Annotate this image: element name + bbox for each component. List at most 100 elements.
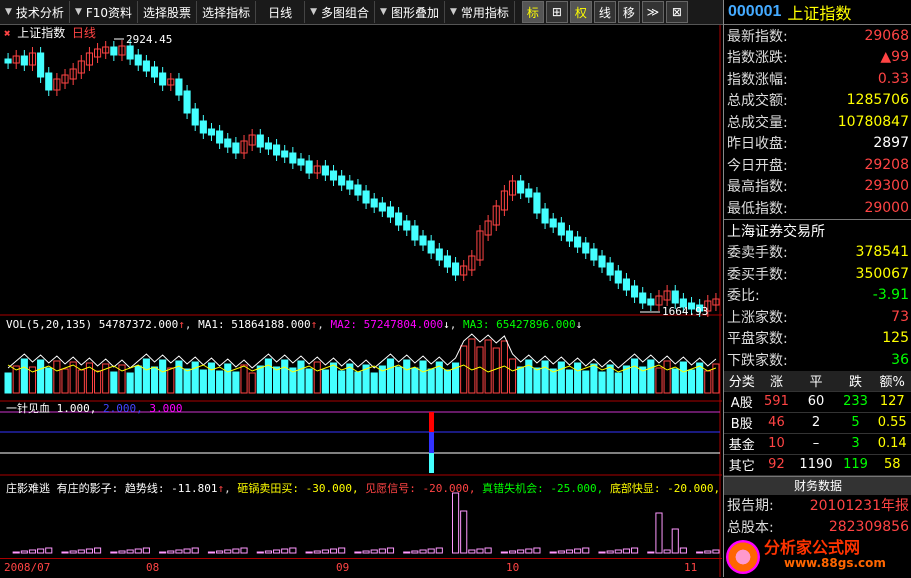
volume-bar — [61, 368, 69, 394]
candle — [525, 188, 533, 198]
indicator-bar — [460, 510, 468, 554]
grid-button[interactable]: ⊞ — [545, 1, 568, 23]
indicator-bar — [476, 548, 484, 554]
ind2-v2: 2.000, — [103, 402, 143, 415]
quote-value: 29208 — [864, 156, 909, 173]
table-cell: 119 — [838, 454, 873, 476]
volume-bar — [191, 361, 199, 394]
f10-button[interactable]: ▼ F10资料 — [70, 1, 139, 23]
candle — [183, 90, 191, 114]
indicator-bar — [655, 512, 663, 554]
candle — [329, 170, 338, 181]
ind2-v1: 1.000, — [56, 402, 97, 415]
table-header-cell: 分类 — [724, 370, 760, 392]
volume-bar — [338, 370, 346, 394]
candle — [142, 60, 150, 72]
candle — [557, 222, 565, 236]
volume-bar — [142, 358, 150, 394]
tech-analysis-button[interactable]: ▼ 技术分析 — [0, 1, 70, 23]
quote-row: 最新指数: 29068 — [724, 25, 911, 47]
watermark-text: 分析家公式网 — [764, 540, 861, 557]
volume-bar — [150, 366, 159, 394]
volume-bar — [199, 369, 207, 394]
volume-bar — [419, 360, 427, 394]
candle — [150, 66, 159, 78]
candle — [216, 130, 224, 144]
quote-row: 平盘家数: 125 — [724, 328, 911, 350]
indicator-bar — [28, 549, 37, 554]
candle — [452, 262, 460, 276]
candle — [273, 144, 281, 156]
fast-forward-icon[interactable]: ≫ — [641, 1, 664, 23]
indicator-bar — [289, 547, 297, 554]
volume-bar — [590, 363, 598, 394]
candle — [175, 78, 183, 96]
volume-bar — [533, 367, 541, 394]
multi-chart-button[interactable]: ▼ 多图组合 — [305, 1, 376, 23]
candle — [199, 120, 207, 134]
volume-bar — [4, 372, 12, 394]
volume-bar — [492, 347, 500, 394]
candle — [395, 212, 403, 226]
volume-bar — [663, 360, 671, 394]
close-small-icon[interactable]: ✖ — [4, 27, 11, 40]
candle — [443, 255, 452, 268]
indicator-bar — [525, 548, 533, 554]
volume-bar — [582, 370, 590, 394]
common-indicator-button[interactable]: ▼ 常用指标 — [445, 1, 515, 23]
quote-key: 指数涨幅: — [727, 71, 788, 88]
candle — [37, 52, 45, 78]
move-button[interactable]: 移 — [617, 1, 640, 23]
mark-button[interactable]: 标 — [521, 1, 544, 23]
flower-icon — [726, 540, 760, 574]
close-icon[interactable]: ⊠ — [665, 1, 688, 23]
table-cell: 233 — [838, 391, 873, 413]
volume-bar — [655, 367, 663, 394]
indicator-bar — [175, 549, 183, 554]
chart-area[interactable]: ✖ 上证指数 日线 2924.45 1664.93 VOL(5,20,135) … — [0, 24, 749, 577]
indicator-bar — [622, 548, 631, 554]
indicator-bar — [134, 548, 142, 554]
chart-header: ✖ 上证指数 日线 — [4, 24, 96, 41]
volume-bar — [395, 366, 403, 394]
table-cell: 46 — [759, 412, 794, 434]
candle — [647, 298, 655, 306]
quote-value: 10780847 — [837, 113, 909, 130]
axis-label: 11 — [684, 561, 698, 574]
quote-row: 总成交量: 10780847 — [724, 111, 911, 133]
candle — [321, 165, 329, 176]
select-indicator-button[interactable]: 选择指标 — [197, 1, 257, 23]
candle — [281, 150, 289, 158]
line-button[interactable]: 线 — [593, 1, 616, 23]
select-stock-button[interactable]: 选择股票 — [138, 1, 198, 23]
table-cell: 92 — [759, 454, 794, 476]
candle — [346, 180, 354, 190]
indicator-bar — [631, 547, 639, 554]
volume-bar — [647, 359, 655, 394]
financial-data-title[interactable]: 财务数据 — [724, 475, 911, 495]
overlay-button[interactable]: ▼ 图形叠加 — [375, 1, 445, 23]
candle — [305, 160, 313, 174]
quote-row: 总成交额: 1285706 — [724, 90, 911, 112]
quote-key: 最高指数: — [727, 179, 788, 196]
volume-bar — [207, 362, 216, 394]
table-cell: 0.14 — [872, 433, 911, 455]
indicator-bar — [704, 550, 712, 554]
candle — [565, 230, 574, 242]
tech-analysis-label: 技术分析 — [15, 5, 64, 20]
volume-bar — [476, 346, 484, 394]
volume-bar — [183, 368, 191, 394]
ma1-value: MA1: 51864188.000 — [198, 318, 311, 331]
table-cell: 基金 — [724, 433, 760, 455]
period-button[interactable]: 日线 — [256, 1, 306, 23]
quote-row: 上涨家数: 73 — [724, 306, 911, 328]
quote-value: 1285706 — [846, 92, 909, 109]
volume-bar — [94, 370, 102, 394]
ind3-d: 真错失机会: -25.000, — [482, 482, 604, 495]
indicator-bar — [386, 547, 395, 554]
rights-button[interactable]: 权 — [569, 1, 592, 23]
indicator-bar — [517, 549, 525, 554]
indicator-bar — [191, 547, 199, 554]
dropdown-arrow-icon: ▼ — [380, 7, 387, 17]
table-cell: 3 — [838, 433, 873, 455]
